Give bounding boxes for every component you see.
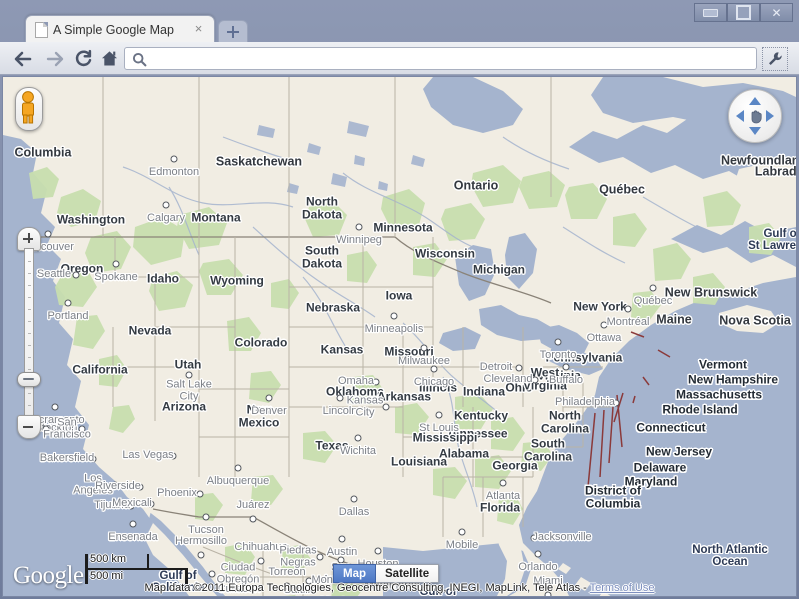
pan-left-arrow-icon[interactable] <box>736 110 744 122</box>
browser-toolbar <box>0 42 799 75</box>
scale-km-label: 500 km <box>90 553 127 565</box>
pegman-street-view-control[interactable] <box>15 87 43 131</box>
city-label: Monterrey <box>320 596 370 597</box>
tab-close-icon[interactable]: × <box>192 22 205 35</box>
back-button[interactable] <box>10 46 36 71</box>
zoom-out-button[interactable] <box>17 415 41 439</box>
map-geography <box>3 77 796 596</box>
zoom-control[interactable] <box>17 227 41 439</box>
title-bar: A Simple Google Map × ✕ <box>0 0 799 43</box>
address-bar[interactable] <box>124 47 757 70</box>
reload-button[interactable] <box>70 46 96 71</box>
forward-arrow-icon <box>46 51 64 66</box>
close-icon: ✕ <box>771 5 782 20</box>
zoom-slider-track[interactable] <box>24 248 34 418</box>
browser-window: A Simple Google Map × ✕ Gulf of Californ… <box>0 0 799 599</box>
window-minimize-button[interactable] <box>694 3 727 22</box>
address-input[interactable] <box>153 51 752 70</box>
home-button[interactable] <box>96 46 122 71</box>
home-icon <box>101 51 117 66</box>
terms-of-use-link[interactable]: Terms of Use <box>590 582 655 594</box>
new-tab-button[interactable] <box>218 20 248 43</box>
pan-up-arrow-icon[interactable] <box>749 97 761 105</box>
attribution-text: Map data ©2011 Europa Technologies, Geoc… <box>144 582 590 594</box>
google-map-viewport[interactable]: Gulf ofCaliforniaGulf ofMexicoNorth Atla… <box>2 76 797 597</box>
pan-hand-icon[interactable] <box>746 107 764 125</box>
map-canvas[interactable]: Gulf ofCaliforniaGulf ofMexicoNorth Atla… <box>3 77 796 596</box>
pan-down-arrow-icon[interactable] <box>749 127 761 135</box>
zoom-slider-handle[interactable] <box>17 372 41 387</box>
reload-icon <box>75 49 91 67</box>
search-icon <box>132 52 147 67</box>
pan-control[interactable] <box>728 89 782 143</box>
browser-tab[interactable]: A Simple Google Map × <box>25 15 215 42</box>
pegman-icon <box>22 91 34 124</box>
page-favicon-icon <box>35 22 48 38</box>
window-close-button[interactable]: ✕ <box>760 3 793 22</box>
map-attribution: Map data ©2011 Europa Technologies, Geoc… <box>3 580 796 596</box>
chrome-menu-button[interactable] <box>762 47 788 71</box>
wrench-icon <box>769 52 782 65</box>
window-maximize-button[interactable] <box>727 3 760 22</box>
tab-title: A Simple Google Map <box>53 23 174 37</box>
forward-button[interactable] <box>42 46 68 71</box>
pan-right-arrow-icon[interactable] <box>766 110 774 122</box>
back-arrow-icon <box>14 51 32 66</box>
